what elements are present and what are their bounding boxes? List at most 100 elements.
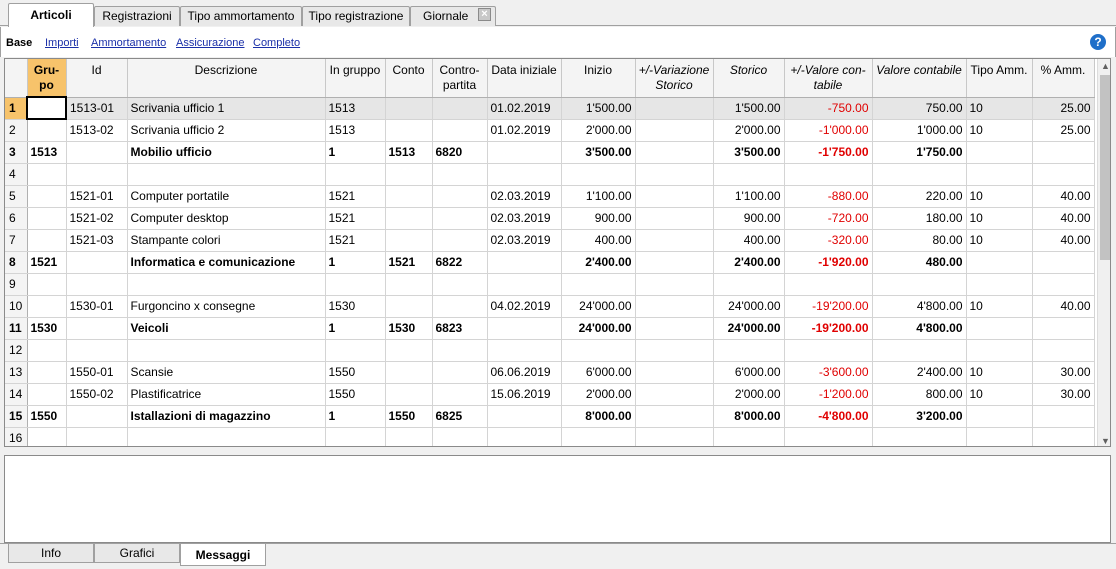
table-cell[interactable]: 1 <box>325 141 386 164</box>
table-cell[interactable]: 2'000.00 <box>713 383 785 406</box>
table-cell[interactable] <box>561 427 636 446</box>
table-cell[interactable] <box>27 383 67 406</box>
table-row[interactable]: 3 1513 Mobilio ufficio 1 1513 6820 3'500.00 3'5… <box>5 141 1095 164</box>
table-cell[interactable] <box>872 273 967 296</box>
table-cell[interactable]: 1521 <box>385 251 433 274</box>
table-cell[interactable]: 1550 <box>385 405 433 428</box>
table-cell[interactable]: 750.00 <box>872 97 967 120</box>
table-cell[interactable]: 1521-02 <box>66 207 128 230</box>
table-cell[interactable]: 1'100.00 <box>713 185 785 208</box>
row-number[interactable]: 13 <box>5 361 28 384</box>
table-cell[interactable] <box>635 185 714 208</box>
table-cell[interactable]: 3'200.00 <box>872 405 967 428</box>
table-cell[interactable] <box>487 141 562 164</box>
table-cell[interactable]: 10 <box>966 383 1033 406</box>
table-cell[interactable]: 1521 <box>325 185 386 208</box>
table-row[interactable]: 13 1550-01 Scansie 1550 06.06.2019 6'000.00 6'… <box>5 361 1095 384</box>
table-cell[interactable] <box>966 427 1033 446</box>
table-cell[interactable] <box>27 273 67 296</box>
table-cell[interactable] <box>1032 427 1095 446</box>
table-cell[interactable]: 6825 <box>432 405 488 428</box>
column-header[interactable]: Inizio <box>561 59 636 98</box>
scroll-up-icon[interactable]: ▲ <box>1098 59 1110 73</box>
table-cell[interactable] <box>635 405 714 428</box>
table-cell[interactable]: -1'000.00 <box>784 119 873 142</box>
table-cell[interactable] <box>635 251 714 274</box>
table-cell[interactable] <box>325 163 386 186</box>
column-header[interactable]: Valore contabile <box>872 59 967 98</box>
table-cell[interactable] <box>385 383 433 406</box>
table-cell[interactable]: -1'200.00 <box>784 383 873 406</box>
table-cell[interactable] <box>66 427 128 446</box>
table-cell[interactable]: 01.02.2019 <box>487 119 562 142</box>
table-cell[interactable] <box>635 361 714 384</box>
table-cell[interactable]: 1521-01 <box>66 185 128 208</box>
table-cell[interactable] <box>561 339 636 362</box>
table-cell[interactable]: Scrivania ufficio 2 <box>127 119 326 142</box>
row-number[interactable]: 16 <box>5 427 28 446</box>
table-row[interactable]: 5 1521-01 Computer portatile 1521 02.03.2019… <box>5 185 1095 208</box>
table-cell[interactable]: 10 <box>966 229 1033 252</box>
table-cell[interactable] <box>966 163 1033 186</box>
table-cell[interactable] <box>713 273 785 296</box>
table-cell[interactable] <box>872 163 967 186</box>
table-cell[interactable] <box>432 361 488 384</box>
table-cell[interactable]: 1513 <box>325 97 386 120</box>
table-row[interactable]: 10 1530-01 Furgoncino x consegne 1530 04.02.… <box>5 295 1095 318</box>
table-cell[interactable]: -720.00 <box>784 207 873 230</box>
table-cell[interactable] <box>385 339 433 362</box>
table-cell[interactable] <box>635 427 714 446</box>
close-icon[interactable]: × <box>478 8 491 21</box>
view-importi[interactable]: Importi <box>45 37 79 49</box>
table-cell[interactable]: 6'000.00 <box>713 361 785 384</box>
table-cell[interactable] <box>385 163 433 186</box>
table-cell[interactable]: 1521 <box>325 229 386 252</box>
table-cell[interactable]: -19'200.00 <box>784 295 873 318</box>
table-cell[interactable]: 6820 <box>432 141 488 164</box>
table-cell[interactable] <box>487 163 562 186</box>
help-icon[interactable]: ? <box>1090 34 1106 50</box>
table-cell[interactable] <box>635 207 714 230</box>
table-cell[interactable]: 1513-01 <box>66 97 128 120</box>
tab-registrazioni[interactable]: Registrazioni <box>94 6 180 26</box>
column-header[interactable]: % Amm. <box>1032 59 1095 98</box>
table-row[interactable]: 16 <box>5 427 1095 446</box>
table-cell[interactable]: 2'400.00 <box>713 251 785 274</box>
table-cell[interactable]: Veicoli <box>127 317 326 340</box>
table-cell[interactable] <box>385 295 433 318</box>
table-cell[interactable]: 1513 <box>385 141 433 164</box>
table-cell[interactable] <box>1032 251 1095 274</box>
table-cell[interactable] <box>487 273 562 296</box>
table-cell[interactable] <box>966 251 1033 274</box>
table-cell[interactable]: 02.03.2019 <box>487 229 562 252</box>
table-cell[interactable]: Mobilio ufficio <box>127 141 326 164</box>
table-cell[interactable] <box>325 427 386 446</box>
row-number[interactable]: 2 <box>5 119 28 142</box>
column-header[interactable]: +/-Valore con- tabile <box>784 59 873 98</box>
table-cell[interactable]: 10 <box>966 361 1033 384</box>
table-cell[interactable]: 900.00 <box>561 207 636 230</box>
table-cell[interactable]: 1550 <box>27 405 67 428</box>
table-cell[interactable] <box>27 207 67 230</box>
table-cell[interactable] <box>635 141 714 164</box>
table-cell[interactable] <box>713 427 785 446</box>
table-cell[interactable] <box>784 339 873 362</box>
table-cell[interactable] <box>385 361 433 384</box>
table-cell[interactable] <box>432 207 488 230</box>
table-cell[interactable] <box>432 185 488 208</box>
table-cell[interactable]: 25.00 <box>1032 97 1095 120</box>
table-cell[interactable] <box>635 339 714 362</box>
table-cell[interactable] <box>1032 163 1095 186</box>
table-cell[interactable] <box>385 207 433 230</box>
table-cell[interactable] <box>487 405 562 428</box>
table-cell[interactable] <box>66 141 128 164</box>
table-row[interactable]: 7 1521-03 Stampante colori 1521 02.03.2019 40… <box>5 229 1095 252</box>
table-cell[interactable]: 1550 <box>325 383 386 406</box>
table-cell[interactable]: 1550-01 <box>66 361 128 384</box>
table-cell[interactable] <box>27 339 67 362</box>
table-cell[interactable] <box>127 427 326 446</box>
table-cell[interactable] <box>66 317 128 340</box>
table-cell[interactable]: Scrivania ufficio 1 <box>127 97 326 120</box>
corner-cell[interactable] <box>5 59 28 98</box>
table-cell[interactable] <box>127 339 326 362</box>
